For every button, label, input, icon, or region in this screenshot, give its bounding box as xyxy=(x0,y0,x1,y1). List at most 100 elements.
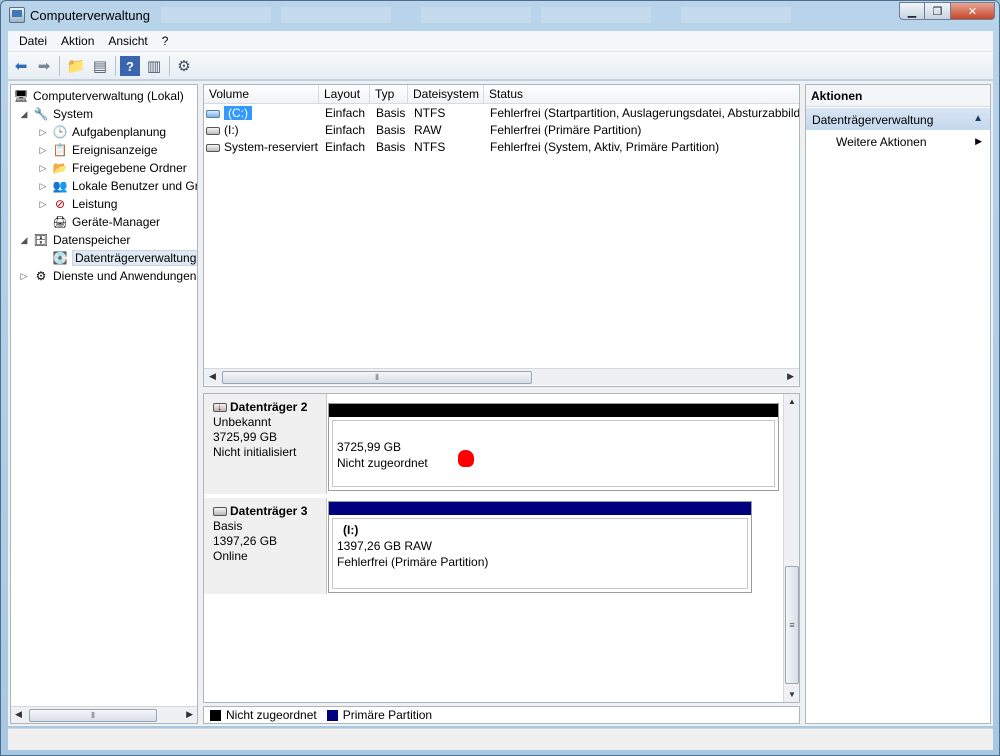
tree-label: Leistung xyxy=(72,197,118,211)
collapse-icon[interactable]: ◢ xyxy=(19,235,29,246)
volume-row[interactable]: (C:) Einfach Basis NTFS Fehlerfrei (Star… xyxy=(204,105,799,122)
volume-list-horizontal-scrollbar[interactable]: ◀ ⦀ ▶ xyxy=(204,368,799,385)
up-level-button[interactable]: 📁 xyxy=(66,56,86,76)
tree-item-datenspeicher[interactable]: ◢ 🗄 Datenspeicher xyxy=(19,231,131,249)
scroll-down-icon[interactable]: ▼ xyxy=(788,690,796,699)
disk-info[interactable]: Datenträger 3 Basis 1397,26 GB Online xyxy=(204,498,327,594)
tree-item-freigegebene-ordner[interactable]: ▷ 📂 Freigegebene Ordner xyxy=(38,159,187,177)
collapse-icon[interactable]: ◢ xyxy=(19,109,29,120)
column-header-volume[interactable]: Volume xyxy=(204,85,319,104)
scroll-up-icon[interactable]: ▲ xyxy=(788,397,796,406)
collapse-up-icon[interactable]: ▲ xyxy=(973,113,983,124)
scrollbar-thumb[interactable]: ⦀ xyxy=(222,371,532,384)
scroll-right-icon[interactable]: ▶ xyxy=(186,709,193,720)
disk-3[interactable]: Datenträger 3 Basis 1397,26 GB Online (I… xyxy=(204,498,784,598)
legend-swatch xyxy=(326,709,338,721)
volume-layout: Einfach xyxy=(325,106,366,120)
back-button[interactable]: ⬅ xyxy=(11,56,31,76)
minimize-button[interactable]: ▁ xyxy=(899,2,925,20)
expand-icon[interactable]: ▷ xyxy=(38,199,48,210)
close-button[interactable]: ✕ xyxy=(951,2,995,20)
center-pane: Volume Layout Typ Dateisystem Status (C:… xyxy=(203,84,800,724)
tree-label: Datenspeicher xyxy=(53,233,131,247)
help-button[interactable]: ? xyxy=(120,56,140,76)
disk-info[interactable]: Datenträger 2 Unbekannt 3725,99 GB Nicht… xyxy=(204,394,327,494)
disk-error-icon xyxy=(213,400,227,415)
scrollbar-thumb[interactable]: ⦀ xyxy=(29,709,157,722)
partition-unallocated[interactable]: 3725,99 GB Nicht zugeordnet xyxy=(328,403,779,491)
column-header-dateisystem[interactable]: Dateisystem xyxy=(408,85,484,104)
tree-item-geraete-manager[interactable]: 🖨 Geräte-Manager xyxy=(52,213,160,231)
show-console-tree-button[interactable]: ▤ xyxy=(90,56,110,76)
tree-horizontal-scrollbar[interactable]: ◀ ⦀ ▶ xyxy=(11,706,197,723)
disk-state: Nicht initialisiert xyxy=(213,445,297,459)
tree-label: Datenträgerverwaltung xyxy=(72,250,197,266)
volume-dateisystem: NTFS xyxy=(414,106,446,120)
expand-icon[interactable]: ▷ xyxy=(38,127,48,138)
tree-item-leistung[interactable]: ▷ ⊘ Leistung xyxy=(38,195,118,213)
actions-group-label: Datenträgerverwaltung xyxy=(812,113,934,127)
expand-icon[interactable]: ▷ xyxy=(38,163,48,174)
expand-icon[interactable]: ▷ xyxy=(19,271,29,282)
properties-icon: ⚙ xyxy=(177,58,191,75)
performance-icon: ⊘ xyxy=(54,197,66,211)
background-tab-ghost xyxy=(681,7,791,23)
column-header-typ[interactable]: Typ xyxy=(370,85,408,104)
window-title: Computerverwaltung xyxy=(30,8,150,23)
toolbar-separator xyxy=(115,56,116,76)
volume-row[interactable]: (I:) Einfach Basis RAW Fehlerfrei (Primä… xyxy=(204,122,799,139)
expand-icon[interactable]: ▷ xyxy=(38,181,48,192)
properties-button[interactable]: ⚙ xyxy=(174,56,194,76)
show-action-pane-button[interactable]: ▥ xyxy=(144,56,164,76)
partition-info: Fehlerfrei (Primäre Partition) xyxy=(337,555,489,569)
maximize-button[interactable]: ❐ xyxy=(925,2,951,20)
console-tree-icon: ▤ xyxy=(92,58,108,75)
tree-item-aufgabenplanung[interactable]: ▷ 🕒 Aufgabenplanung xyxy=(38,123,167,141)
restore-icon: ❐ xyxy=(932,5,943,18)
toolbar: ⬅ ➡ 📁 ▤ ? ▥ ⚙ xyxy=(8,52,993,80)
volume-layout: Einfach xyxy=(325,140,366,154)
partition-size: 1397,26 GB RAW xyxy=(337,539,432,553)
volume-list: Volume Layout Typ Dateisystem Status (C:… xyxy=(203,84,800,387)
disk-2[interactable]: Datenträger 2 Unbekannt 3725,99 GB Nicht… xyxy=(204,394,784,494)
tree-item-datentraegerverwaltung[interactable]: 💽 Datenträgerverwaltung xyxy=(52,249,197,267)
volume-dateisystem: NTFS xyxy=(414,140,446,154)
tree-label: Lokale Benutzer und Gr xyxy=(72,179,198,193)
disk-type: Basis xyxy=(213,519,243,533)
disk-view-vertical-scrollbar[interactable]: ▲ ≡ ▼ xyxy=(783,394,799,702)
partition-body: 3725,99 GB Nicht zugeordnet xyxy=(332,420,775,487)
actions-group-datentraegerverwaltung[interactable]: Datenträgerverwaltung ▲ xyxy=(806,108,990,130)
scrollbar-thumb[interactable]: ≡ xyxy=(785,566,799,684)
menu-help[interactable]: ? xyxy=(155,34,176,48)
legend-label: Primäre Partition xyxy=(342,708,433,722)
expand-icon[interactable]: ▷ xyxy=(38,145,48,156)
column-header-layout[interactable]: Layout xyxy=(319,85,370,104)
forward-arrow-icon: ➡ xyxy=(37,58,51,75)
console-tree: 🖥 Computerverwaltung (Lokal) ◢ 🔧 System … xyxy=(10,84,198,724)
menu-aktion[interactable]: Aktion xyxy=(54,34,101,48)
scroll-left-icon[interactable]: ◀ xyxy=(15,709,22,720)
volume-row[interactable]: System-reserviert Einfach Basis NTFS Feh… xyxy=(204,139,799,156)
tree-item-dienste[interactable]: ▷ ⚙ Dienste und Anwendungen xyxy=(19,267,197,285)
tree-item-root[interactable]: 🖥 Computerverwaltung (Lokal) xyxy=(13,87,183,105)
tree-item-lokale-benutzer[interactable]: ▷ 👥 Lokale Benutzer und Gr xyxy=(38,177,198,195)
computer-management-icon xyxy=(9,7,25,23)
volume-dateisystem: RAW xyxy=(414,123,442,137)
tree-label: Dienste und Anwendungen xyxy=(53,269,197,283)
scroll-right-icon[interactable]: ▶ xyxy=(787,371,794,382)
forward-button[interactable]: ➡ xyxy=(34,56,54,76)
tree-item-ereignisanzeige[interactable]: ▷ 📋 Ereignisanzeige xyxy=(38,141,158,159)
tree-item-system[interactable]: ◢ 🔧 System xyxy=(19,105,93,123)
users-icon: 👥 xyxy=(52,179,68,193)
scroll-left-icon[interactable]: ◀ xyxy=(209,371,216,382)
action-weitere-aktionen[interactable]: Weitere Aktionen ▶ xyxy=(806,132,990,152)
tree-label: Ereignisanzeige xyxy=(72,143,158,157)
shared-folder-icon: 📂 xyxy=(52,161,68,175)
column-header-status[interactable]: Status xyxy=(484,85,799,104)
partition-primary[interactable]: (I:) 1397,26 GB RAW Fehlerfrei (Primäre … xyxy=(328,501,752,593)
volume-status: Fehlerfrei (Startpartition, Auslagerungs… xyxy=(490,106,799,120)
menu-datei[interactable]: Datei xyxy=(12,34,54,48)
action-pane-icon: ▥ xyxy=(146,58,162,75)
menu-ansicht[interactable]: Ansicht xyxy=(101,34,154,48)
red-annotation-mark xyxy=(458,450,474,467)
